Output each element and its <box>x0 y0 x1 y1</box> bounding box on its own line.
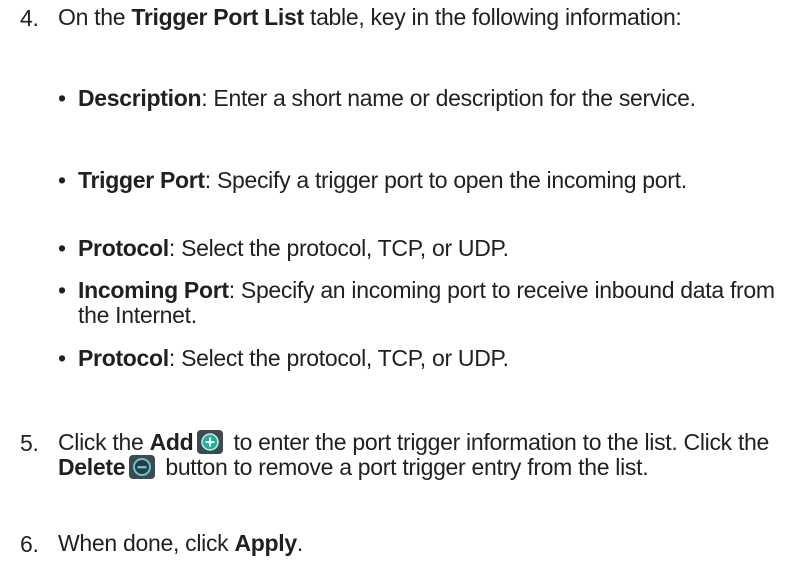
field-term: Incoming Port <box>78 277 229 303</box>
field-term: Protocol <box>78 235 169 261</box>
step-6: 6. When done, click Apply. <box>20 530 790 558</box>
apply-label: Apply <box>234 530 297 556</box>
field-term: Trigger Port <box>78 167 205 193</box>
step-text: Click the Add to enter the port trigger … <box>58 429 770 480</box>
step-number: 4. <box>20 5 39 31</box>
field-term: Protocol <box>78 345 169 371</box>
add-circle-icon <box>197 430 224 454</box>
list-item: • Description: Enter a short name or des… <box>58 85 696 111</box>
step-number: 5. <box>20 430 39 456</box>
step-4: 4. On the Trigger Port List table, key i… <box>20 4 790 32</box>
step-5: 5. Click the Add to enter the port trigg… <box>20 430 790 480</box>
step-text: When done, click Apply. <box>58 530 303 556</box>
step-number: 6. <box>20 531 39 557</box>
table-name: Trigger Port List <box>131 4 304 30</box>
list-item: • Trigger Port: Specify a trigger port t… <box>58 167 687 193</box>
list-item: • Protocol: Select the protocol, TCP, or… <box>58 235 509 261</box>
step-text: On the Trigger Port List table, key in t… <box>58 4 682 30</box>
field-term: Description <box>78 85 202 111</box>
manual-page: 4. On the Trigger Port List table, key i… <box>0 0 796 580</box>
list-item: • Incoming Port: Specify an incoming por… <box>58 277 775 328</box>
delete-circle-icon <box>129 455 156 479</box>
add-label: Add <box>149 429 194 455</box>
delete-label: Delete <box>58 454 126 480</box>
list-item: • Protocol: Select the protocol, TCP, or… <box>58 345 509 371</box>
